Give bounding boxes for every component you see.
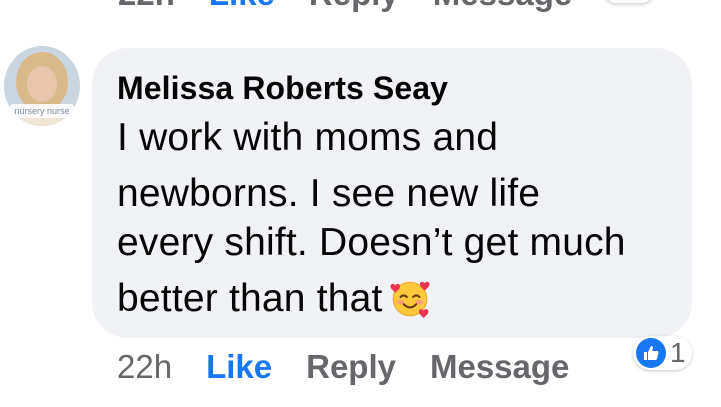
comment-text-line-4: better than that	[117, 277, 431, 321]
previous-like-button[interactable]: Like	[209, 0, 275, 13]
previous-message-button[interactable]: Message	[433, 0, 572, 13]
message-button[interactable]: Message	[430, 348, 569, 386]
previous-comment-actions: 22h Like Reply Message	[118, 0, 572, 13]
author-name[interactable]: Melissa Roberts Seay	[117, 70, 448, 107]
smiling-face-with-hearts-icon	[390, 281, 430, 318]
avatar-label: nursery nurse	[14, 106, 69, 116]
reaction-count: 1	[670, 337, 686, 368]
avatar[interactable]: nursery nurse	[4, 46, 80, 126]
comment-text-line-3: every shift. Doesn’t get much	[117, 221, 626, 264]
previous-reply-button[interactable]: Reply	[309, 0, 399, 13]
thumbs-up-icon	[636, 338, 666, 368]
comment-text-line-2: newborns. I see new life	[117, 172, 541, 215]
comment-text-line-4-text: better than that	[117, 277, 383, 320]
previous-reaction-pill[interactable]	[605, 0, 653, 4]
reply-button[interactable]: Reply	[306, 348, 396, 386]
comment-text-line-1: I work with moms and	[117, 116, 499, 159]
previous-comment-time: 22h	[118, 0, 175, 13]
avatar-image: nursery nurse	[4, 46, 80, 126]
comment-actions: 22h Like Reply Message	[117, 347, 569, 387]
reaction-count-pill[interactable]: 1	[633, 336, 692, 370]
like-button[interactable]: Like	[206, 348, 272, 386]
comment-time[interactable]: 22h	[117, 348, 172, 386]
